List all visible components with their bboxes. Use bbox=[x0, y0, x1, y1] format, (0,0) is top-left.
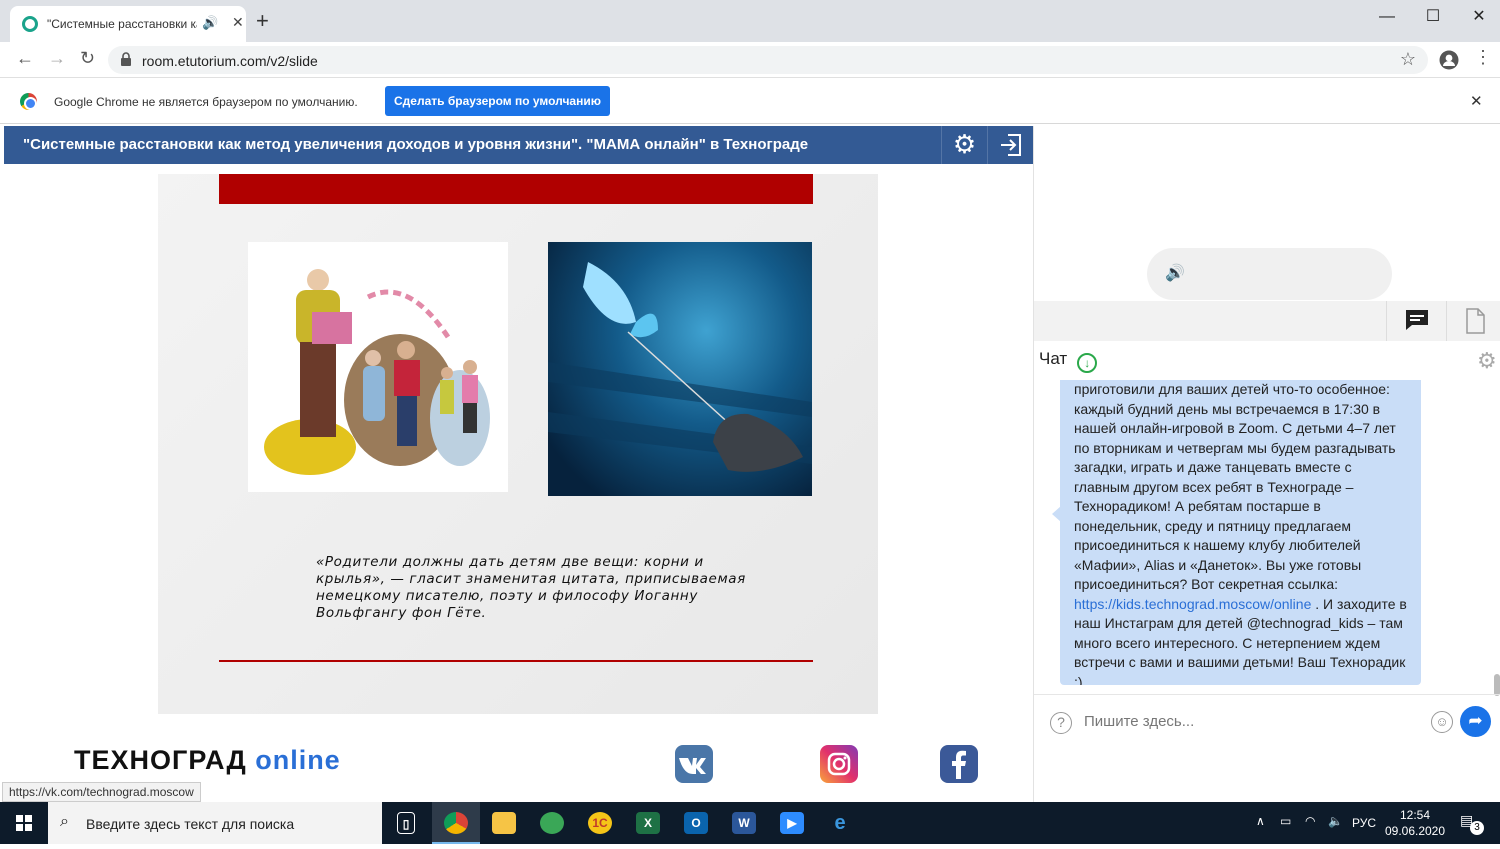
volume-icon[interactable]: 🔈 bbox=[1328, 814, 1343, 828]
taskbar-clock[interactable]: 12:54 09.06.2020 bbox=[1382, 807, 1448, 839]
panel-tabs bbox=[1034, 301, 1500, 341]
send-button[interactable]: ➦ bbox=[1460, 706, 1491, 737]
battery-icon[interactable]: ▭ bbox=[1280, 814, 1291, 828]
window-close-icon[interactable]: ✕ bbox=[1456, 4, 1500, 34]
webinar-header: "Системные расстановки как метод увеличе… bbox=[4, 126, 1033, 164]
site-favicon-icon bbox=[22, 16, 38, 32]
chat-bubble-icon bbox=[1406, 310, 1428, 330]
notification-center-icon[interactable]: ▤ 3 bbox=[1460, 812, 1484, 835]
url-text: room.etutorium.com/v2/slide bbox=[142, 53, 318, 69]
1c-app-icon[interactable]: 1С bbox=[576, 802, 624, 844]
chat-settings-icon[interactable]: ⚙ bbox=[1477, 348, 1497, 374]
logo-online-text: online bbox=[255, 745, 341, 775]
set-default-browser-button[interactable]: Сделать браузером по умолчанию bbox=[385, 86, 610, 116]
butterfly-stone-image bbox=[548, 242, 812, 496]
zoom-icon[interactable]: ▶ bbox=[768, 802, 816, 844]
family-illustration-image bbox=[248, 242, 508, 492]
word-icon[interactable]: W bbox=[720, 802, 768, 844]
facebook-icon[interactable] bbox=[940, 745, 978, 783]
browser-tab-strip: "Системные расстановки ка 🔊 ✕ + — ☐ ✕ bbox=[0, 0, 1500, 42]
minimize-icon[interactable]: — bbox=[1364, 4, 1410, 34]
language-indicator[interactable]: РУС bbox=[1352, 816, 1376, 830]
notification-count: 3 bbox=[1470, 821, 1484, 835]
chat-title: Чат bbox=[1039, 349, 1068, 368]
taskbar-search[interactable]: ⌕ Введите здесь текст для поиска bbox=[48, 802, 382, 844]
chat-message: приготовили для ваших детей что-то особе… bbox=[1060, 380, 1421, 685]
tray-chevron-icon[interactable]: ∧ bbox=[1256, 814, 1265, 828]
reload-icon[interactable]: ↻ bbox=[80, 48, 95, 69]
infobar-close-icon[interactable]: ✕ bbox=[1470, 92, 1483, 110]
default-browser-infobar: Google Chrome не является браузером по у… bbox=[0, 78, 1500, 124]
help-icon[interactable]: ? bbox=[1050, 712, 1072, 734]
instagram-icon[interactable] bbox=[820, 745, 858, 783]
document-icon bbox=[1466, 308, 1485, 334]
technograd-online-logo[interactable]: ТЕХНОГРАД online bbox=[74, 745, 341, 776]
vk-icon[interactable] bbox=[675, 745, 713, 783]
search-icon: ⌕ bbox=[60, 813, 69, 830]
taskbar-search-input[interactable]: Введите здесь текст для поиска bbox=[86, 816, 294, 832]
tab-close-icon[interactable]: ✕ bbox=[232, 14, 244, 31]
logo-main-text: ТЕХНОГРАД bbox=[74, 745, 247, 775]
file-explorer-icon[interactable] bbox=[480, 802, 528, 844]
slide-bottom-line bbox=[219, 660, 813, 662]
chat-message-text: приготовили для ваших детей что-то особе… bbox=[1074, 380, 1407, 685]
outlook-icon[interactable]: O bbox=[672, 802, 720, 844]
exit-room-icon[interactable] bbox=[987, 126, 1033, 164]
link-status-tooltip: https://vk.com/technograd.moscow bbox=[2, 782, 201, 802]
chrome-taskbar-icon[interactable] bbox=[432, 802, 480, 844]
chat-heading: Чат ↓ bbox=[1039, 349, 1098, 373]
windows-start-icon[interactable] bbox=[0, 802, 48, 844]
message-text-part: приготовили для ваших детей что-то особе… bbox=[1074, 381, 1396, 592]
presentation-slide: «Родители должны дать детям две вещи: ко… bbox=[158, 174, 878, 714]
audio-player[interactable]: 🔊 bbox=[1147, 248, 1392, 300]
message-link[interactable]: https://kids.technograd.moscow/online bbox=[1074, 596, 1311, 612]
lock-icon bbox=[121, 52, 131, 66]
address-bar[interactable]: room.etutorium.com/v2/slide ☆ bbox=[108, 46, 1428, 74]
side-panel: 🔊 Чат ↓ ⚙ приготовили для ваших детей что… bbox=[1033, 126, 1500, 802]
profile-avatar-icon[interactable] bbox=[1439, 50, 1459, 70]
browser-tab[interactable]: "Системные расстановки ка 🔊 ✕ bbox=[10, 6, 246, 42]
speaker-icon[interactable]: 🔊 bbox=[1165, 263, 1185, 283]
windows-taskbar: ⌕ Введите здесь текст для поиска ▯ 1С X … bbox=[0, 802, 1500, 844]
browser-menu-icon[interactable]: ⋮ bbox=[1474, 47, 1492, 68]
maps-app-icon[interactable] bbox=[528, 802, 576, 844]
wifi-icon[interactable]: ◠ bbox=[1305, 814, 1315, 828]
chat-tab[interactable] bbox=[1386, 301, 1446, 341]
task-view-icon[interactable]: ▯ bbox=[382, 802, 430, 844]
scroll-down-icon[interactable]: ↓ bbox=[1077, 353, 1098, 373]
clock-time: 12:54 bbox=[1399, 808, 1431, 822]
chrome-logo-icon bbox=[20, 93, 37, 110]
slide-quote: «Родители должны дать детям две вещи: ко… bbox=[316, 554, 746, 621]
browser-toolbar: ← → ↻ room.etutorium.com/v2/slide ☆ ⋮ bbox=[0, 42, 1500, 78]
infobar-message: Google Chrome не является браузером по у… bbox=[54, 95, 358, 109]
webinar-title: "Системные расстановки как метод увеличе… bbox=[23, 136, 809, 153]
back-arrow-icon[interactable]: ← bbox=[16, 48, 34, 69]
chat-scrollbar[interactable] bbox=[1494, 674, 1500, 696]
chat-input-bar: ? Пишите здесь... ☺ ➦ bbox=[1034, 694, 1500, 750]
maximize-icon[interactable]: ☐ bbox=[1410, 4, 1456, 34]
excel-icon[interactable]: X bbox=[624, 802, 672, 844]
files-tab[interactable] bbox=[1446, 301, 1500, 341]
tab-audio-icon[interactable]: 🔊 bbox=[202, 15, 218, 31]
chat-input[interactable]: Пишите здесь... bbox=[1084, 713, 1194, 730]
slide-top-bar bbox=[219, 174, 813, 204]
emoji-icon[interactable]: ☺ bbox=[1431, 711, 1453, 733]
settings-gear-icon[interactable]: ⚙ bbox=[941, 126, 987, 164]
edge-icon[interactable]: e bbox=[816, 802, 864, 844]
bookmark-star-icon[interactable]: ☆ bbox=[1400, 49, 1416, 70]
new-tab-button[interactable]: + bbox=[256, 10, 269, 32]
tab-title: "Системные расстановки ка bbox=[47, 17, 197, 31]
forward-arrow-icon[interactable]: → bbox=[48, 48, 66, 69]
clock-date: 09.06.2020 bbox=[1384, 824, 1446, 838]
